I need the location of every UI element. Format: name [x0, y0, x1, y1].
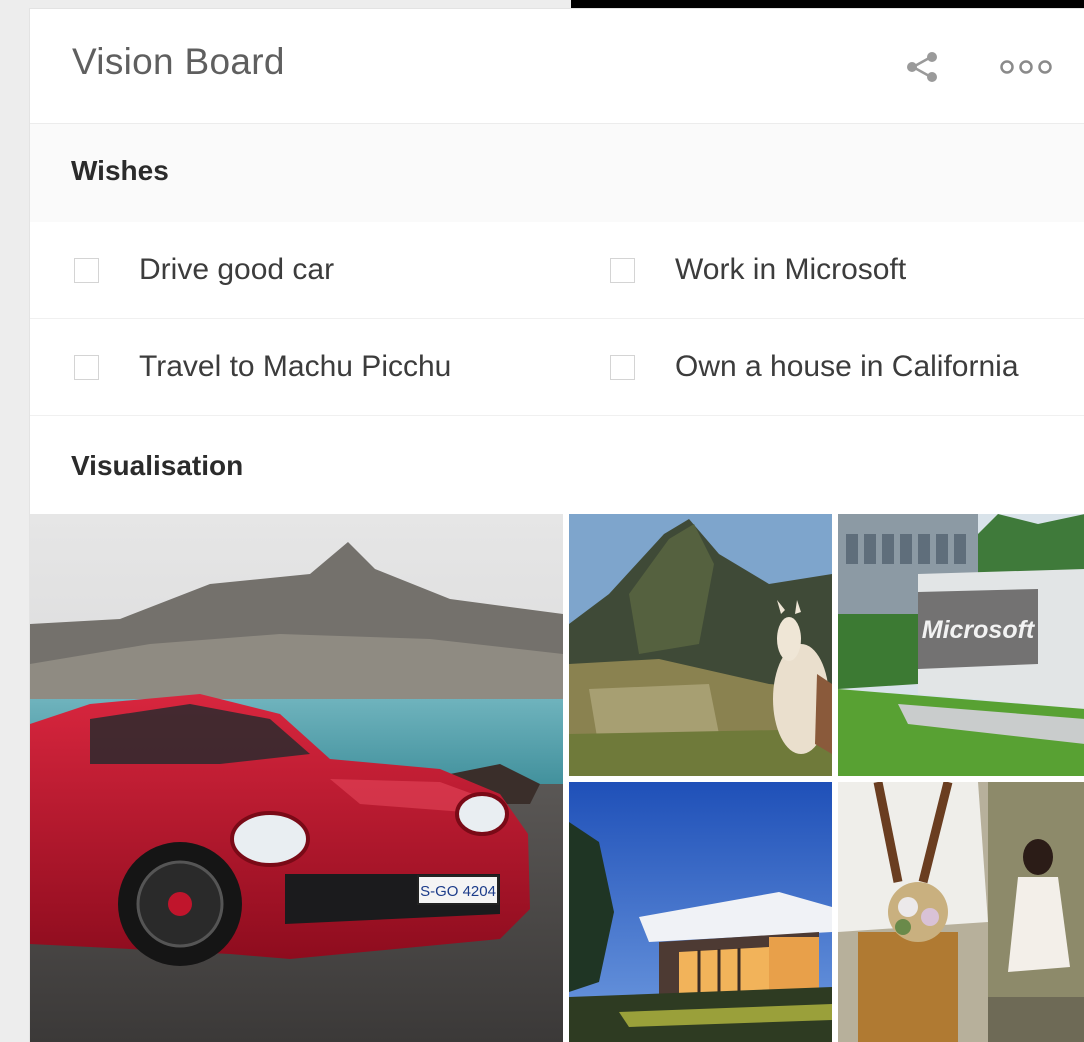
license-plate-text: S-GO 4204: [420, 883, 496, 900]
wish-checkbox[interactable]: [610, 354, 635, 380]
wish-label: Drive good car: [139, 253, 335, 286]
wish-item-work-in-microsoft[interactable]: Work in Microsoft: [610, 222, 906, 318]
visualisation-heading: Visualisation: [71, 450, 244, 481]
wishes-heading: Wishes: [71, 155, 169, 186]
wish-checkbox[interactable]: [74, 257, 99, 283]
visualisation-section-header: Visualisation: [30, 416, 1084, 514]
card-header: Vision Board: [30, 9, 1084, 124]
image-microsoft-sign[interactable]: Microsoft: [838, 514, 1084, 776]
wish-row: Travel to Machu Picchu Own a house in Ca…: [30, 319, 1084, 416]
wishes-section-header: Wishes: [30, 124, 1084, 222]
wish-label: Own a house in California: [675, 350, 1019, 383]
microsoft-sign-text: Microsoft: [922, 616, 1036, 644]
wish-item-own-house-california[interactable]: Own a house in California: [610, 319, 1019, 415]
image-machu-picchu[interactable]: [569, 514, 832, 776]
wish-checkbox[interactable]: [74, 354, 99, 380]
wish-label: Travel to Machu Picchu: [139, 350, 452, 383]
vision-board-card: Vision Board Wishes Drive good car Work …: [29, 8, 1084, 1042]
page-title: Vision Board: [72, 41, 285, 82]
share-button[interactable]: [902, 47, 942, 87]
wish-checkbox[interactable]: [610, 257, 635, 283]
share-icon: [907, 52, 937, 82]
image-modern-house[interactable]: [569, 782, 832, 1042]
image-red-sports-car[interactable]: S-GO 4204: [30, 514, 563, 1042]
wish-item-travel-machu-picchu[interactable]: Travel to Machu Picchu: [74, 319, 451, 415]
wish-label: Work in Microsoft: [675, 253, 907, 286]
more-options-button[interactable]: [996, 47, 1056, 87]
image-couple-flowers[interactable]: [838, 782, 1084, 1042]
more-icon: [1000, 60, 1052, 74]
wish-item-drive-good-car[interactable]: Drive good car: [74, 222, 334, 318]
wish-row: Drive good car Work in Microsoft: [30, 222, 1084, 319]
